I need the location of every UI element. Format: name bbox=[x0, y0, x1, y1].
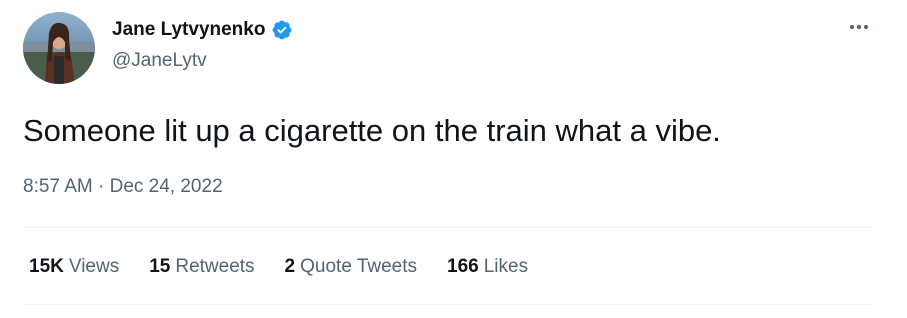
more-options-button[interactable] bbox=[846, 16, 872, 38]
author-display-name[interactable]: Jane Lytvynenko bbox=[112, 18, 265, 42]
more-dot bbox=[864, 25, 868, 29]
engagement-stats: 15K Views 15 Retweets 2 Quote Tweets 166… bbox=[29, 255, 528, 279]
views-count: 15K bbox=[29, 256, 64, 277]
timestamp-separator: · bbox=[93, 175, 110, 199]
quote-tweets-label: Quote Tweets bbox=[300, 256, 418, 277]
quote-tweets-stat[interactable]: 2 Quote Tweets bbox=[285, 255, 417, 279]
more-dot bbox=[857, 25, 861, 29]
tweet-time-link[interactable]: 8:57 AM bbox=[23, 175, 93, 199]
likes-count: 166 bbox=[447, 256, 479, 277]
divider bbox=[23, 304, 873, 305]
tweet-date-link[interactable]: Dec 24, 2022 bbox=[110, 175, 223, 199]
likes-label: Likes bbox=[483, 256, 529, 277]
divider bbox=[23, 227, 873, 228]
author-name-row: Jane Lytvynenko bbox=[112, 18, 293, 42]
retweets-label: Retweets bbox=[175, 256, 255, 277]
quote-tweets-count: 2 bbox=[284, 256, 296, 277]
timestamp: 8:57 AM · Dec 24, 2022 bbox=[23, 175, 223, 199]
separator-dot: · bbox=[98, 176, 105, 197]
profile-photo-icon bbox=[23, 12, 95, 84]
tweet-card: Jane Lytvynenko @JaneLytv Someone lit up… bbox=[0, 0, 907, 318]
avatar[interactable] bbox=[23, 12, 95, 84]
author-handle[interactable]: @JaneLytv bbox=[112, 49, 207, 73]
tweet-text: Someone lit up a cigarette on the train … bbox=[23, 113, 721, 148]
views-stat[interactable]: 15K Views bbox=[29, 255, 119, 279]
views-label: Views bbox=[68, 256, 120, 277]
retweets-stat[interactable]: 15 Retweets bbox=[149, 255, 254, 279]
likes-stat[interactable]: 166 Likes bbox=[447, 255, 528, 279]
verified-badge-icon bbox=[271, 19, 293, 41]
more-horizontal-icon bbox=[850, 25, 854, 29]
retweets-count: 15 bbox=[149, 256, 171, 277]
